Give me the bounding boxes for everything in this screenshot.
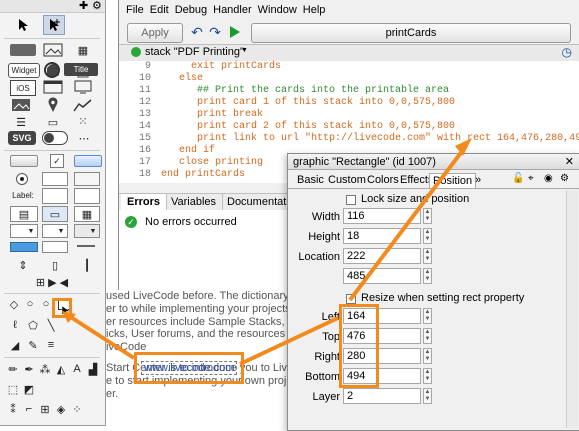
arrowhead-icon — [455, 138, 472, 156]
annotation-arrows — [62, 138, 472, 366]
